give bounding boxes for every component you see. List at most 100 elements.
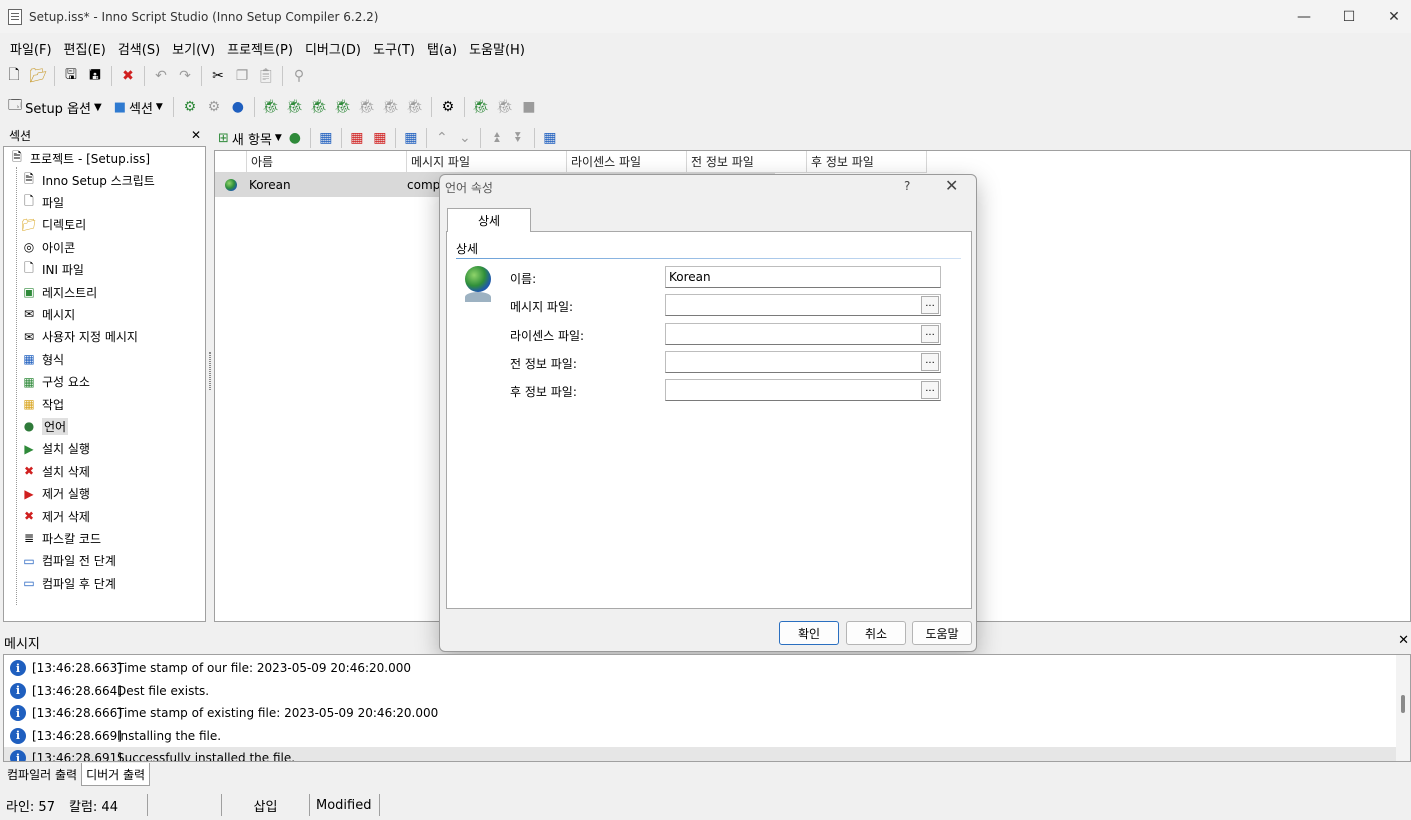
- tree-item[interactable]: ▣ 레지스트리: [20, 282, 97, 302]
- debug-step-icon[interactable]: 🐞︎: [285, 97, 305, 117]
- tab-compiler-output[interactable]: 컴파일러 출력: [3, 763, 81, 786]
- run-setup-icon[interactable]: 🐞︎: [471, 97, 491, 117]
- tree-item[interactable]: ✖ 설치 삭제: [20, 461, 90, 481]
- info-before-file-field[interactable]: ...: [665, 351, 941, 373]
- delete-all-icon[interactable]: ▦: [370, 128, 390, 148]
- info-after-file-field[interactable]: ...: [665, 379, 941, 401]
- close-panel-icon[interactable]: ✕: [1398, 633, 1409, 648]
- list-item[interactable]: i [13:46:28.663] Time stamp of our file: 2…: [4, 657, 1397, 679]
- tree-item[interactable]: ▦ 구성 요소: [20, 372, 90, 392]
- list-item[interactable]: i [13:46:28.691] Successfully installed th…: [4, 747, 1397, 761]
- tree-item[interactable]: ▦ 형식: [20, 349, 64, 369]
- setup-options-button[interactable]: 🗔︎ Setup 옵션 ▼: [4, 96, 106, 118]
- column-header-info-before-file[interactable]: 전 정보 파일: [687, 151, 807, 173]
- stop-icon[interactable]: ■: [519, 97, 539, 117]
- debug-pause-icon[interactable]: 🐞︎: [357, 97, 377, 117]
- close-file-icon[interactable]: ✖: [118, 66, 138, 86]
- close-window-button[interactable]: ✕: [1371, 0, 1411, 33]
- menu-tools[interactable]: 도구(T): [367, 39, 421, 58]
- duplicate-item-icon[interactable]: ▦: [401, 128, 421, 148]
- tab-details[interactable]: 상세: [447, 208, 531, 232]
- debug-run-icon[interactable]: 🐞︎: [261, 97, 281, 117]
- move-top-icon[interactable]: ⏫︎: [486, 128, 506, 148]
- move-up-icon[interactable]: ⌃: [432, 128, 452, 148]
- tree-item[interactable]: ≣ 파스칼 코드: [20, 528, 101, 548]
- maximize-button[interactable]: ☐: [1326, 0, 1372, 33]
- delete-item-icon[interactable]: ▦: [347, 128, 367, 148]
- tree-item[interactable]: 🗋 INI 파일: [20, 260, 84, 280]
- debug-step-over-icon[interactable]: 🐞︎: [309, 97, 329, 117]
- tree-item[interactable]: ✖ 제거 삭제: [20, 506, 90, 526]
- columns-icon[interactable]: ▦: [540, 128, 560, 148]
- tree-root-project[interactable]: 🗎︎ 프로젝트 - [Setup.iss]: [8, 148, 150, 168]
- vertical-scrollbar[interactable]: [1396, 655, 1410, 761]
- menu-view[interactable]: 보기(V): [166, 39, 221, 58]
- scrollbar-thumb[interactable]: [1401, 695, 1405, 713]
- column-header-license-file[interactable]: 라이센스 파일: [567, 151, 687, 173]
- dialog-help-button[interactable]: ?: [904, 179, 910, 193]
- column-header-messages-file[interactable]: 메시지 파일: [407, 151, 567, 173]
- messages-file-browse-button[interactable]: ...: [921, 296, 939, 314]
- move-bottom-icon[interactable]: ⏬︎: [509, 128, 529, 148]
- tree-item[interactable]: 🗋 파일: [20, 192, 64, 212]
- new-file-icon[interactable]: 🗋: [4, 66, 24, 86]
- messages-file-field[interactable]: ...: [665, 294, 941, 316]
- debug-step-out-icon[interactable]: 🐞︎: [333, 97, 353, 117]
- name-field[interactable]: Korean: [665, 266, 941, 288]
- edit-item-icon[interactable]: ▦: [316, 128, 336, 148]
- tree-item[interactable]: ▶ 설치 실행: [20, 439, 90, 459]
- menu-file[interactable]: 파일(F): [4, 39, 58, 58]
- menu-debug[interactable]: 디버그(D): [299, 39, 367, 58]
- menu-edit[interactable]: 편집(E): [58, 39, 112, 58]
- tree-item[interactable]: ✉ 사용자 지정 메시지: [20, 327, 138, 347]
- close-panel-icon[interactable]: ✕: [191, 128, 201, 142]
- list-item[interactable]: i [13:46:28.666] Time stamp of existing fi…: [4, 702, 1397, 724]
- undo-icon[interactable]: ↶: [151, 66, 171, 86]
- minimize-button[interactable]: —: [1281, 0, 1327, 33]
- web-icon[interactable]: ●: [228, 97, 248, 117]
- sections-button[interactable]: ■ 섹션 ▼: [110, 98, 167, 117]
- save-all-icon[interactable]: 🖪︎: [85, 66, 105, 86]
- column-header-name[interactable]: 아름: [247, 151, 407, 173]
- globe-icon[interactable]: ●: [285, 128, 305, 148]
- find-icon[interactable]: ⚲: [289, 66, 309, 86]
- info-after-file-browse-button[interactable]: ...: [921, 381, 939, 399]
- open-folder-icon[interactable]: 📂︎: [28, 66, 48, 86]
- save-icon[interactable]: 🖫︎: [61, 66, 81, 86]
- redo-icon[interactable]: ↷: [175, 66, 195, 86]
- tree-item[interactable]: ▭ 컴파일 후 단계: [20, 573, 116, 593]
- column-header-info-after-file[interactable]: 후 정보 파일: [807, 151, 927, 173]
- license-file-field[interactable]: ...: [665, 323, 941, 345]
- tree-item[interactable]: ✉ 메시지: [20, 304, 75, 324]
- list-item[interactable]: i [13:46:28.664] Dest file exists.: [4, 680, 1397, 702]
- info-before-file-browse-button[interactable]: ...: [921, 353, 939, 371]
- copy-icon[interactable]: ❐: [232, 66, 252, 86]
- debug-break-icon[interactable]: 🐞︎: [381, 97, 401, 117]
- license-file-browse-button[interactable]: ...: [921, 325, 939, 343]
- debug-options-icon[interactable]: ⚙: [438, 97, 458, 117]
- dialog-close-button[interactable]: ✕: [945, 176, 958, 195]
- menu-tabs[interactable]: 탭(a): [421, 39, 463, 58]
- menu-search[interactable]: 검색(S): [112, 39, 166, 58]
- panel-splitter[interactable]: [209, 352, 211, 390]
- compile-icon[interactable]: ⚙: [180, 97, 200, 117]
- tree-item[interactable]: 🗎︎ Inno Setup 스크립트: [20, 170, 155, 190]
- toolbar-separator: [201, 66, 202, 86]
- menu-project[interactable]: 프로젝트(P): [221, 39, 299, 58]
- tree-item[interactable]: ● 언어: [20, 416, 69, 436]
- tree-item[interactable]: ◎ 아이콘: [20, 237, 75, 257]
- tree-item[interactable]: ▭ 컴파일 전 단계: [20, 551, 116, 571]
- run-uninstall-icon[interactable]: 🐞︎: [495, 97, 515, 117]
- stop-compile-icon[interactable]: ⚙: [204, 97, 224, 117]
- debug-eval-icon[interactable]: 🐞︎: [405, 97, 425, 117]
- list-item[interactable]: i [13:46:28.669] Installing the file.: [4, 725, 1397, 747]
- tree-item[interactable]: ▶ 제거 실행: [20, 484, 90, 504]
- cut-icon[interactable]: ✂: [208, 66, 228, 86]
- tree-item[interactable]: ▦ 작업: [20, 394, 64, 414]
- move-down-icon[interactable]: ⌄: [455, 128, 475, 148]
- menu-help[interactable]: 도움말(H): [463, 39, 531, 58]
- paste-icon[interactable]: 📋︎: [256, 66, 276, 86]
- tab-debugger-output[interactable]: 디버거 출력: [81, 763, 151, 786]
- tree-item[interactable]: 📁︎ 디렉토리: [20, 215, 86, 235]
- new-item-button[interactable]: ⊞ 새 항목 ▼: [218, 129, 282, 148]
